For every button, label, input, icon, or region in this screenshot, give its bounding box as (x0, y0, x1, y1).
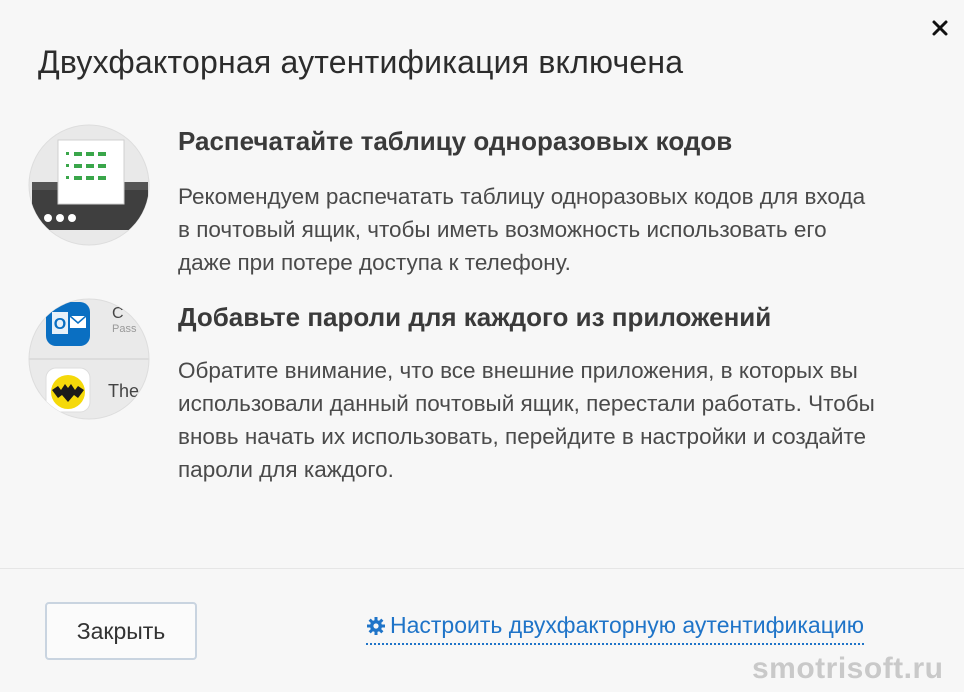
gear-icon (367, 616, 385, 635)
text-line: вновь начать их использовать, перейдите … (178, 424, 866, 449)
app-label-pass: Pass (112, 323, 137, 335)
footer-divider (0, 568, 964, 569)
close-icon[interactable] (931, 19, 949, 37)
section-text-app-passwords: Обратите внимание, что все внешние прило… (178, 354, 938, 486)
text-line: даже при потере доступа к телефону. (178, 250, 571, 275)
close-button-x[interactable] (926, 14, 954, 42)
dialog-title: Двухфакторная аутентификация включена (38, 44, 684, 80)
section-heading-print-codes: Распечатайте таблицу одноразовых кодов (178, 126, 733, 156)
configure-2fa-label[interactable]: Настроить двухфакторную аутентификацию (390, 612, 864, 639)
apps-illustration: O C Pass The (28, 298, 150, 420)
text-line: Рекомендуем распечатать таблицу одноразо… (178, 184, 866, 209)
app-label-the: The (108, 381, 139, 401)
configure-2fa-link[interactable]: Настроить двухфакторную аутентификацию (366, 612, 864, 645)
printer-illustration (28, 124, 150, 246)
text-line: пароли для каждого. (178, 457, 394, 482)
text-line: в почтовый ящик, чтобы иметь возможность… (178, 217, 827, 242)
close-button[interactable]: Закрыть (45, 602, 197, 660)
dialog: Двухфакторная аутентификация включена Ра… (0, 0, 964, 692)
section-heading-app-passwords: Добавьте пароли для каждого из приложени… (178, 302, 772, 332)
outlook-letter: O (54, 316, 66, 333)
watermark: smotrisoft.ru (752, 652, 944, 685)
text-line: использовали данный почтовый ящик, перес… (178, 391, 875, 416)
text-line: Обратите внимание, что все внешние прило… (178, 358, 858, 383)
section-text-print-codes: Рекомендуем распечатать таблицу одноразо… (178, 180, 938, 279)
svg-text:C: C (112, 305, 124, 322)
